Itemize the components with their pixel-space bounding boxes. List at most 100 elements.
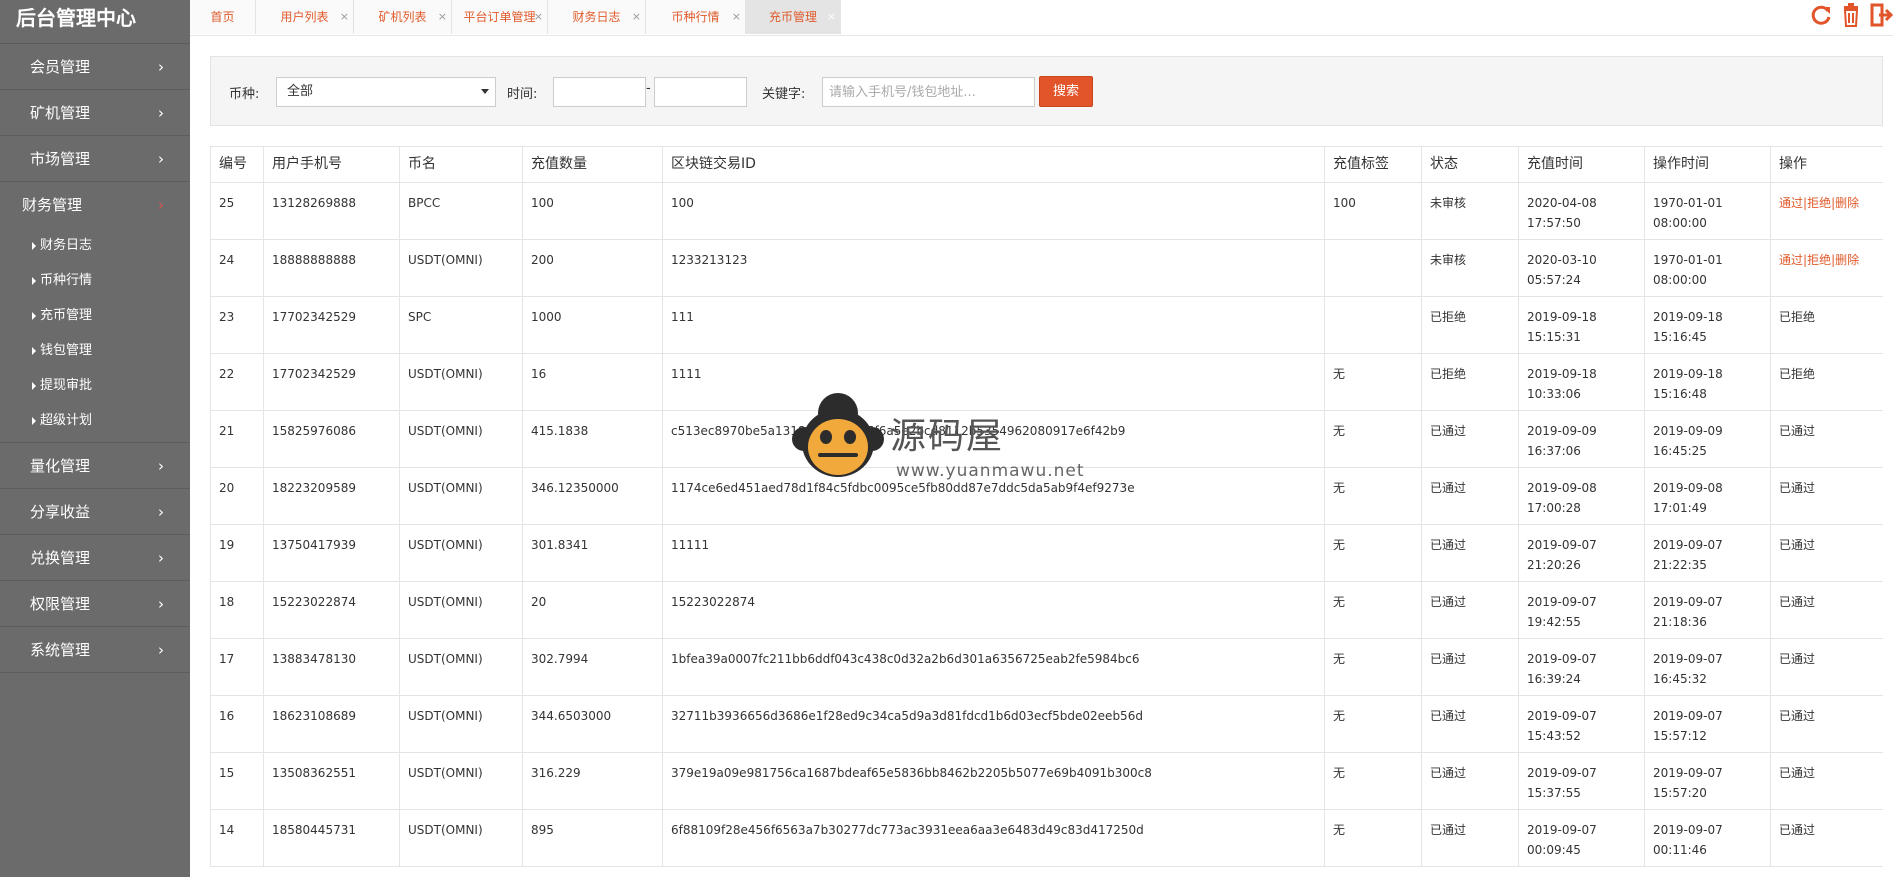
sidebar-item-quant[interactable]: 量化管理 › bbox=[0, 443, 190, 489]
close-icon[interactable]: × bbox=[438, 0, 447, 34]
tab[interactable]: 充币管理 × bbox=[746, 0, 841, 34]
end-time-input[interactable] bbox=[654, 77, 747, 107]
sidebar-subitem-label: 钱包管理 bbox=[40, 343, 93, 358]
cell-actions: 已通过 bbox=[1770, 809, 1883, 867]
op-clock: 17:01:49 bbox=[1653, 501, 1707, 515]
cell-status: 未审核 bbox=[1421, 239, 1519, 297]
sidebar-item-exchange[interactable]: 兑换管理 › bbox=[0, 535, 190, 581]
keyword-input[interactable] bbox=[822, 77, 1035, 107]
reject-link[interactable]: 拒绝 bbox=[1807, 196, 1831, 210]
action-result: 已通过 bbox=[1779, 766, 1816, 780]
start-time-input[interactable] bbox=[553, 77, 646, 107]
sidebar-subitem[interactable]: 超级计划 bbox=[0, 403, 190, 438]
sidebar-item-permissions[interactable]: 权限管理 › bbox=[0, 581, 190, 627]
sidebar-subitem[interactable]: 币种行情 bbox=[0, 263, 190, 298]
cell-coin: USDT(OMNI) bbox=[399, 410, 523, 468]
close-icon[interactable]: × bbox=[632, 0, 641, 34]
sidebar-item-label: 市场管理 bbox=[30, 150, 91, 168]
op-clock: 08:00:00 bbox=[1653, 273, 1707, 287]
action-result: 已通过 bbox=[1779, 595, 1816, 609]
cell-coin: USDT(OMNI) bbox=[399, 809, 523, 867]
sidebar-subitem[interactable]: 财务日志 bbox=[0, 228, 190, 263]
search-button[interactable]: 搜索 bbox=[1039, 76, 1093, 107]
sidebar-subitem[interactable]: 充币管理 bbox=[0, 298, 190, 333]
cell-id: 17 bbox=[210, 638, 264, 696]
sidebar-item-market[interactable]: 市场管理 › bbox=[0, 136, 190, 182]
sidebar-subitem[interactable]: 提现审批 bbox=[0, 368, 190, 403]
cell-op-time: 2019-09-07 21:18:36 bbox=[1644, 581, 1771, 639]
cell-actions: 已通过 bbox=[1770, 467, 1883, 525]
cell-actions: 已通过 bbox=[1770, 581, 1883, 639]
chevron-right-icon: › bbox=[158, 150, 164, 168]
cell-phone: 17702342529 bbox=[263, 353, 400, 411]
sidebar-item-miners[interactable]: 矿机管理 › bbox=[0, 90, 190, 136]
op-date: 2019-09-07 bbox=[1653, 595, 1723, 609]
logout-icon[interactable] bbox=[1869, 2, 1893, 28]
sidebar-item-system[interactable]: 系统管理 › bbox=[0, 627, 190, 673]
cell-txid: 32711b3936656d3686e1f28ed9c34ca5d9a3d81f… bbox=[662, 695, 1325, 753]
tab[interactable]: 平台订单管理 × bbox=[452, 0, 548, 34]
cell-tag bbox=[1324, 239, 1422, 297]
cell-coin: USDT(OMNI) bbox=[399, 239, 523, 297]
caret-down-icon bbox=[481, 89, 489, 94]
cell-tag: 无 bbox=[1324, 752, 1422, 810]
recharge-date: 2019-09-18 bbox=[1527, 310, 1597, 324]
action-result: 已通过 bbox=[1779, 652, 1816, 666]
action-result: 已通过 bbox=[1779, 823, 1816, 837]
cell-phone: 18623108689 bbox=[263, 695, 400, 753]
time-separator: - bbox=[646, 81, 651, 96]
op-clock: 16:45:25 bbox=[1653, 444, 1707, 458]
tab[interactable]: 首页 bbox=[190, 0, 256, 34]
tab[interactable]: 矿机列表 × bbox=[354, 0, 452, 34]
tab-label: 财务日志 bbox=[572, 10, 621, 24]
approve-link[interactable]: 通过 bbox=[1779, 253, 1803, 267]
close-icon[interactable]: × bbox=[732, 0, 741, 34]
cell-op-time: 2019-09-07 00:11:46 bbox=[1644, 809, 1771, 867]
tab[interactable]: 财务日志 × bbox=[548, 0, 646, 34]
cell-coin: USDT(OMNI) bbox=[399, 752, 523, 810]
close-icon[interactable]: × bbox=[534, 0, 543, 34]
sidebar-item-label: 会员管理 bbox=[30, 58, 91, 76]
delete-link[interactable]: 删除 bbox=[1835, 196, 1859, 210]
cell-phone: 13883478130 bbox=[263, 638, 400, 696]
action-result: 已拒绝 bbox=[1779, 367, 1816, 381]
sidebar-subitem[interactable]: 钱包管理 bbox=[0, 333, 190, 368]
table-row: 22 17702342529 USDT(OMNI) 16 1111 无已拒绝 2019-09… bbox=[210, 353, 1883, 411]
sidebar-item-members[interactable]: 会员管理 › bbox=[0, 44, 190, 90]
cell-id: 25 bbox=[210, 182, 264, 240]
sidebar-item-label: 权限管理 bbox=[30, 595, 91, 613]
cell-phone: 13750417939 bbox=[263, 524, 400, 582]
sidebar-item-share[interactable]: 分享收益 › bbox=[0, 489, 190, 535]
cell-tag: 无 bbox=[1324, 353, 1422, 411]
cell-id: 20 bbox=[210, 467, 264, 525]
recharge-date: 2020-04-08 bbox=[1527, 196, 1597, 210]
recharge-clock: 10:33:06 bbox=[1527, 387, 1581, 401]
coin-select[interactable]: 全部 bbox=[276, 77, 496, 107]
cell-id: 23 bbox=[210, 296, 264, 354]
cell-txid: 11111 bbox=[662, 524, 1325, 582]
cell-actions: 已通过 bbox=[1770, 524, 1883, 582]
tab-label: 矿机列表 bbox=[378, 10, 427, 24]
column-header: 充值标签 bbox=[1324, 146, 1422, 183]
trash-icon[interactable] bbox=[1839, 2, 1863, 28]
close-icon[interactable]: × bbox=[340, 0, 349, 34]
cell-status: 已拒绝 bbox=[1421, 296, 1519, 354]
sidebar-item-finance[interactable]: 财务管理 › bbox=[0, 182, 190, 228]
cell-tag: 无 bbox=[1324, 524, 1422, 582]
approve-link[interactable]: 通过 bbox=[1779, 196, 1803, 210]
cell-op-time: 2019-09-07 16:45:32 bbox=[1644, 638, 1771, 696]
tab[interactable]: 币种行情 × bbox=[646, 0, 746, 34]
cell-tag: 无 bbox=[1324, 467, 1422, 525]
delete-link[interactable]: 删除 bbox=[1835, 253, 1859, 267]
cell-coin: USDT(OMNI) bbox=[399, 524, 523, 582]
recharge-date: 2019-09-18 bbox=[1527, 367, 1597, 381]
table-row: 23 17702342529 SPC 1000 111 已拒绝 2019-09-18 15:1… bbox=[210, 296, 1883, 354]
op-date: 2019-09-08 bbox=[1653, 481, 1723, 495]
recharge-date: 2019-09-07 bbox=[1527, 652, 1597, 666]
refresh-icon[interactable] bbox=[1809, 2, 1833, 28]
tab[interactable]: 用户列表 × bbox=[256, 0, 354, 34]
close-icon[interactable]: × bbox=[827, 0, 836, 34]
triangle-right-icon bbox=[32, 346, 36, 355]
reject-link[interactable]: 拒绝 bbox=[1807, 253, 1831, 267]
op-clock: 00:11:46 bbox=[1653, 843, 1707, 857]
